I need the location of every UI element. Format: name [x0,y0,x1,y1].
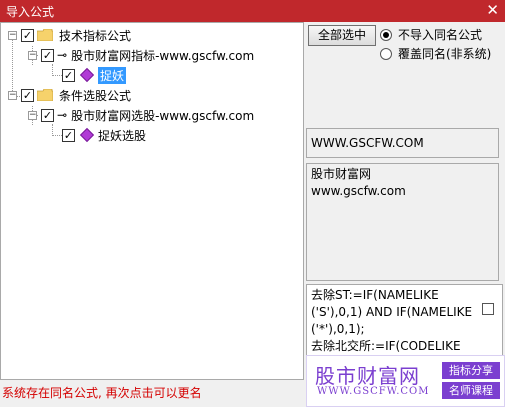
tree-node-label: 条件选股公式 [59,88,132,103]
radio-label: 不导入同名公式 [398,28,483,42]
tree-node-indicator-folder[interactable]: − ✓ 技术指标公式 [8,26,131,44]
site-text: WWW.GSCFW.COM [311,136,424,150]
formula-icon [79,127,95,143]
formula-code-box[interactable]: 去除ST:=IF(NAMELIKE ('S'),0,1) AND IF(NAME… [306,284,503,356]
tree-checkbox[interactable]: ✓ [21,88,34,102]
collapse-icon[interactable]: − [8,30,17,40]
tree-node-label: 捉妖 [98,66,127,84]
watermark-name: 股市财富网 [315,364,420,388]
tree-node-zhuoyao[interactable]: ✓ 捉妖 [62,66,127,84]
collapse-icon[interactable]: − [8,90,17,100]
folder-icon [37,29,53,41]
title-bar: 导入公式 ✕ [0,0,505,22]
tree-checkbox[interactable]: ✓ [41,48,54,62]
tree-checkbox[interactable]: ✓ [21,28,34,42]
key-icon: ⊸ [57,108,68,122]
watermark-url: WWW.GSCFW.COM [317,386,430,397]
code-checkbox[interactable] [482,303,494,315]
radio-skip-duplicates[interactable]: 不导入同名公式 [380,26,482,43]
close-icon[interactable]: ✕ [486,1,499,19]
description-box: 股市财富网 www.gscfw.com [306,163,499,281]
key-icon: ⊸ [57,48,68,62]
radio-icon[interactable] [380,47,392,60]
select-all-button[interactable]: 全部选中 [308,25,376,46]
tree-node-label: 技术指标公式 [59,28,132,43]
radio-label: 覆盖同名(非系统) [398,47,492,61]
formula-code-text: 去除ST:=IF(NAMELIKE ('S'),0,1) AND IF(NAME… [311,288,473,353]
description-text: 股市财富网 www.gscfw.com [311,167,406,198]
collapse-icon[interactable]: − [28,50,37,60]
tree-checkbox[interactable]: ✓ [62,128,75,142]
tree-checkbox[interactable]: ✓ [41,108,54,122]
formula-icon [79,67,95,83]
folder-icon [37,89,53,101]
tree-checkbox[interactable]: ✓ [62,68,75,82]
tree-node-indicator-group[interactable]: − ✓ ⊸ 股市财富网指标-www.gscfw.com [28,46,254,64]
options-panel: 全部选中 不导入同名公式 覆盖同名(非系统) WWW.GSCFW.COM 股市财… [306,22,505,380]
site-field: WWW.GSCFW.COM [306,128,499,158]
radio-overwrite[interactable]: 覆盖同名(非系统) [380,45,491,62]
status-message: 系统存在同名公式, 再次点击可以更名 [2,386,202,400]
tree-node-label: 股市财富网指标-www.gscfw.com [71,48,255,63]
tree-node-screener-group[interactable]: − ✓ ⊸ 股市财富网选股-www.gscfw.com [28,106,254,124]
tree-node-zhuoyao-screener[interactable]: ✓ 捉妖选股 [62,126,146,144]
collapse-icon[interactable]: − [28,110,37,120]
watermark-logo: 股市财富网 WWW.GSCFW.COM 指标分享 名师课程 [306,355,505,407]
window-title: 导入公式 [6,5,55,19]
tree-node-label: 股市财富网选股-www.gscfw.com [71,108,255,123]
radio-icon[interactable] [380,28,392,41]
tree-node-label: 捉妖选股 [98,128,147,143]
formula-tree[interactable]: − ✓ 技术指标公式 − ✓ ⊸ 股市财富网指标-www.gscfw.com ✓… [0,22,304,380]
watermark-tag-courses: 名师课程 [442,382,500,399]
watermark-tag-indicators: 指标分享 [442,362,500,379]
tree-node-screener-folder[interactable]: − ✓ 条件选股公式 [8,86,131,104]
